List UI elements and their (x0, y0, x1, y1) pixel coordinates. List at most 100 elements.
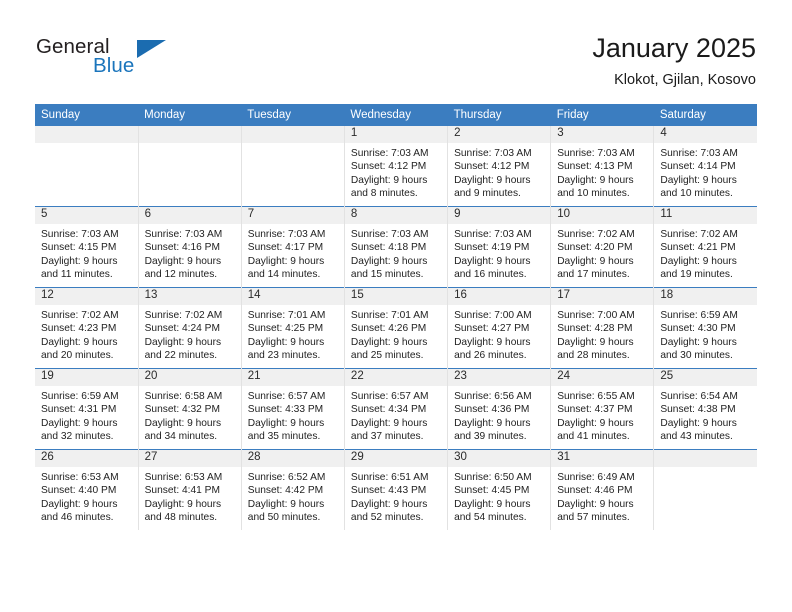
calendar-day-cell[interactable]: 26 Sunrise: 6:53 AM Sunset: 4:40 PM Dayligh… (35, 449, 139, 530)
calendar-day-cell[interactable]: 9 Sunrise: 7:03 AM Sunset: 4:19 PM Daylight… (447, 206, 552, 288)
sunrise-text: Sunrise: 7:02 AM (660, 229, 738, 240)
sunrise-text: Sunrise: 6:57 AM (247, 391, 326, 402)
sunrise-text: Sunrise: 6:55 AM (557, 391, 635, 402)
daylight-text-cont: and 15 minutes. (350, 269, 424, 281)
calendar-day-cell[interactable]: 22 Sunrise: 6:57 AM Sunset: 4:34 PM Dayligh… (344, 368, 449, 450)
daylight-text-cont: and 41 minutes. (557, 431, 630, 443)
weekday-header-friday: Friday (550, 104, 654, 126)
day-number: 27 (138, 450, 241, 467)
day-cell-body: Sunrise: 6:55 AM Sunset: 4:37 PM Daylight:… (551, 386, 653, 444)
calendar-day-cell[interactable]: 8 Sunrise: 7:03 AM Sunset: 4:18 PM Daylight… (344, 206, 449, 288)
calendar-day-cell[interactable]: 6 Sunrise: 7:03 AM Sunset: 4:16 PM Daylight… (138, 206, 242, 288)
sunset-text: Sunset: 4:32 PM (144, 404, 220, 416)
daylight-text-cont: and 54 minutes. (454, 512, 527, 524)
day-number: 24 (551, 369, 654, 386)
day-number: 10 (551, 207, 654, 224)
sunrise-text: Sunrise: 7:03 AM (247, 229, 326, 240)
day-number (138, 126, 241, 143)
day-cell-body: Sunrise: 7:02 AM Sunset: 4:24 PM Daylight:… (139, 305, 241, 363)
day-cell-body (139, 143, 241, 147)
sunrise-text: Sunrise: 6:56 AM (454, 391, 532, 402)
sunrise-text: Sunrise: 6:52 AM (247, 472, 326, 483)
calendar-day-cell[interactable]: 28 Sunrise: 6:52 AM Sunset: 4:42 PM Dayligh… (241, 449, 345, 530)
calendar-day-cell[interactable]: 19 Sunrise: 6:59 AM Sunset: 4:31 PM Dayligh… (35, 368, 139, 450)
daylight-text-cont: and 22 minutes. (144, 350, 218, 362)
calendar-day-cell[interactable]: 24 Sunrise: 6:55 AM Sunset: 4:37 PM Dayligh… (550, 368, 655, 450)
calendar-day-cell[interactable]: 18 Sunrise: 6:59 AM Sunset: 4:30 PM Dayligh… (653, 287, 757, 369)
day-number: 9 (448, 207, 551, 224)
calendar-day-cell[interactable]: 29 Sunrise: 6:51 AM Sunset: 4:43 PM Dayligh… (344, 449, 449, 530)
calendar-day-cell[interactable]: 27 Sunrise: 6:53 AM Sunset: 4:41 PM Dayligh… (138, 449, 242, 530)
day-number: 29 (344, 450, 448, 467)
daylight-text-cont: and 20 minutes. (41, 350, 114, 362)
daylight-text: Daylight: 9 hours (557, 336, 634, 348)
calendar-day-cell[interactable]: 20 Sunrise: 6:58 AM Sunset: 4:32 PM Dayligh… (138, 368, 242, 450)
daylight-text: Daylight: 9 hours (454, 417, 531, 429)
brand-name-blue: Blue (93, 54, 135, 77)
daylight-text: Daylight: 9 hours (247, 336, 325, 348)
sunrise-text: Sunrise: 6:59 AM (660, 310, 738, 321)
daylight-text-cont: and 10 minutes. (660, 188, 733, 200)
sunset-text: Sunset: 4:25 PM (247, 323, 324, 335)
sunrise-text: Sunrise: 7:03 AM (660, 148, 738, 159)
sunrise-text: Sunrise: 7:02 AM (557, 229, 635, 240)
calendar-day-cell[interactable]: 17 Sunrise: 7:00 AM Sunset: 4:28 PM Dayligh… (550, 287, 655, 369)
day-cell-body: Sunrise: 6:59 AM Sunset: 4:31 PM Daylight:… (35, 386, 138, 444)
calendar-day-cell-empty (241, 126, 345, 207)
day-cell-body: Sunrise: 7:00 AM Sunset: 4:28 PM Daylight:… (551, 305, 653, 363)
calendar-day-cell[interactable]: 16 Sunrise: 7:00 AM Sunset: 4:27 PM Dayligh… (447, 287, 552, 369)
daylight-text: Daylight: 9 hours (350, 417, 428, 429)
daylight-text-cont: and 43 minutes. (660, 431, 733, 443)
calendar-day-cell[interactable]: 13 Sunrise: 7:02 AM Sunset: 4:24 PM Dayligh… (138, 287, 242, 369)
calendar-day-cell[interactable]: 21 Sunrise: 6:57 AM Sunset: 4:33 PM Dayligh… (241, 368, 345, 450)
day-cell-body: Sunrise: 6:50 AM Sunset: 4:45 PM Daylight:… (448, 467, 550, 525)
calendar-day-cell-empty (653, 449, 757, 530)
day-number: 19 (35, 369, 138, 386)
calendar-day-cell[interactable]: 7 Sunrise: 7:03 AM Sunset: 4:17 PM Daylight… (241, 206, 345, 288)
calendar-day-cell[interactable]: 5 Sunrise: 7:03 AM Sunset: 4:15 PM Daylight… (35, 206, 139, 288)
day-number: 25 (654, 369, 757, 386)
calendar-day-cell[interactable]: 14 Sunrise: 7:01 AM Sunset: 4:25 PM Dayligh… (241, 287, 345, 369)
daylight-text-cont: and 10 minutes. (557, 188, 630, 200)
calendar-day-cell[interactable]: 1 Sunrise: 7:03 AM Sunset: 4:12 PM Daylight… (344, 126, 449, 207)
sunset-text: Sunset: 4:36 PM (454, 404, 530, 416)
sunset-text: Sunset: 4:12 PM (350, 161, 427, 173)
day-cell-body: Sunrise: 7:03 AM Sunset: 4:18 PM Daylight:… (345, 224, 447, 282)
calendar-day-cell[interactable]: 25 Sunrise: 6:54 AM Sunset: 4:38 PM Dayligh… (653, 368, 757, 450)
sunrise-text: Sunrise: 7:03 AM (350, 229, 429, 240)
calendar-day-cell[interactable]: 3 Sunrise: 7:03 AM Sunset: 4:13 PM Daylight… (550, 126, 655, 207)
calendar-day-cell[interactable]: 4 Sunrise: 7:03 AM Sunset: 4:14 PM Daylight… (653, 126, 757, 207)
calendar-day-cell[interactable]: 15 Sunrise: 7:01 AM Sunset: 4:26 PM Dayligh… (344, 287, 449, 369)
sunset-text: Sunset: 4:19 PM (454, 242, 530, 254)
sunrise-text: Sunrise: 6:54 AM (660, 391, 738, 402)
daylight-text: Daylight: 9 hours (350, 336, 428, 348)
sunrise-text: Sunrise: 7:02 AM (41, 310, 119, 321)
day-cell-body: Sunrise: 6:51 AM Sunset: 4:43 PM Daylight:… (345, 467, 447, 525)
daylight-text: Daylight: 9 hours (557, 255, 634, 267)
sunset-text: Sunset: 4:45 PM (454, 485, 530, 497)
page-header: General Blue January 2025 Klokot, Gjilan… (0, 0, 792, 103)
day-cell-body: Sunrise: 7:03 AM Sunset: 4:15 PM Daylight:… (35, 224, 138, 282)
sunset-text: Sunset: 4:34 PM (350, 404, 427, 416)
day-cell-body: Sunrise: 7:02 AM Sunset: 4:20 PM Daylight:… (551, 224, 653, 282)
calendar-day-cell[interactable]: 31 Sunrise: 6:49 AM Sunset: 4:46 PM Dayligh… (550, 449, 655, 530)
calendar-day-cell-empty (35, 126, 139, 207)
calendar-day-cell[interactable]: 2 Sunrise: 7:03 AM Sunset: 4:12 PM Daylight… (447, 126, 552, 207)
day-number: 28 (241, 450, 344, 467)
calendar-day-cell[interactable]: 12 Sunrise: 7:02 AM Sunset: 4:23 PM Dayligh… (35, 287, 139, 369)
calendar-day-cell[interactable]: 30 Sunrise: 6:50 AM Sunset: 4:45 PM Dayligh… (447, 449, 552, 530)
daylight-text: Daylight: 9 hours (454, 255, 531, 267)
daylight-text: Daylight: 9 hours (660, 336, 737, 348)
sunset-text: Sunset: 4:37 PM (557, 404, 633, 416)
daylight-text: Daylight: 9 hours (454, 174, 531, 186)
sunset-text: Sunset: 4:13 PM (557, 161, 633, 173)
calendar-day-cell[interactable]: 11 Sunrise: 7:02 AM Sunset: 4:21 PM Dayligh… (653, 206, 757, 288)
brand-logo[interactable]: General Blue (36, 36, 236, 86)
day-number: 31 (551, 450, 654, 467)
sunset-text: Sunset: 4:18 PM (350, 242, 427, 254)
sunset-text: Sunset: 4:31 PM (41, 404, 117, 416)
calendar-day-cell-empty (138, 126, 242, 207)
day-number: 4 (654, 126, 757, 143)
calendar-day-cell[interactable]: 23 Sunrise: 6:56 AM Sunset: 4:36 PM Dayligh… (447, 368, 552, 450)
calendar-day-cell[interactable]: 10 Sunrise: 7:02 AM Sunset: 4:20 PM Dayligh… (550, 206, 655, 288)
